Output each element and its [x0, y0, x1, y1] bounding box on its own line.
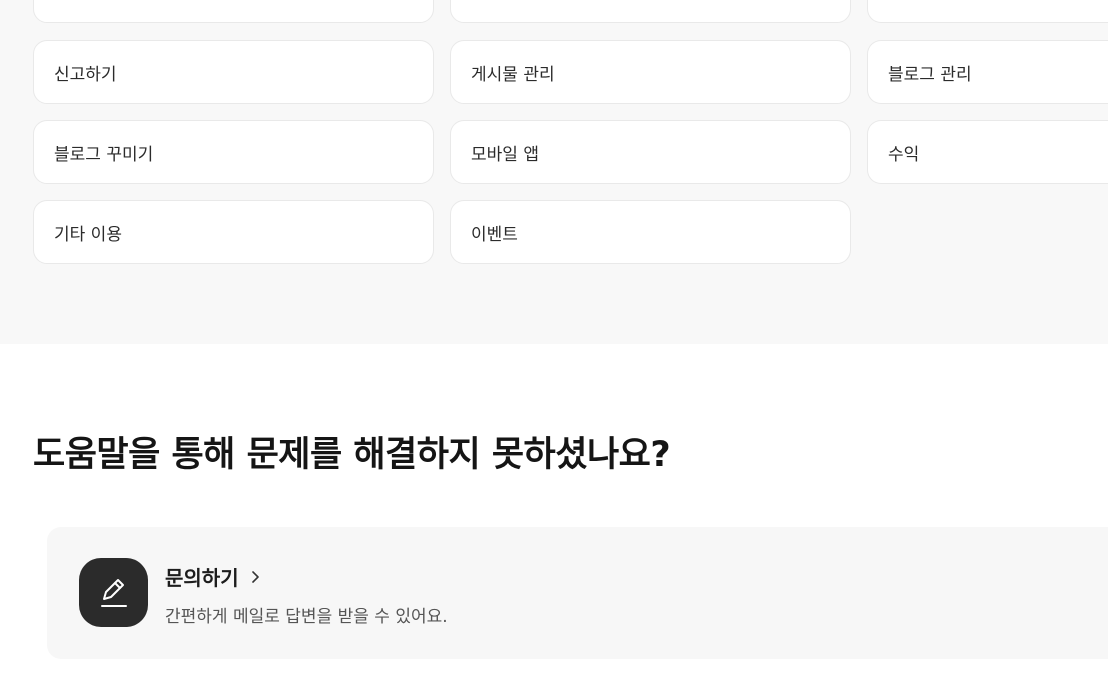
category-label: 모바일 앱: [471, 144, 539, 165]
category-label: 블로그 꾸미기: [54, 144, 154, 165]
category-card[interactable]: [867, 0, 1108, 23]
pencil-icon: [79, 558, 148, 627]
category-label: 신고하기: [54, 64, 117, 85]
help-category-section: 신고하기 게시물 관리 블로그 관리 블로그 꾸미기 모바일 앱 수익 기타 이…: [0, 0, 1108, 344]
category-card[interactable]: [33, 0, 434, 23]
inquiry-box[interactable]: 문의하기 간편하게 메일로 답변을 받을 수 있어요.: [47, 527, 1108, 659]
category-label: 수익: [888, 144, 920, 165]
category-card-mobile-app[interactable]: 모바일 앱: [450, 120, 851, 184]
category-card-revenue[interactable]: 수익: [867, 120, 1108, 184]
inquiry-description: 간편하게 메일로 답변을 받을 수 있어요.: [165, 607, 448, 627]
category-label: 블로그 관리: [888, 64, 972, 85]
unresolved-help-heading: 도움말을 통해 문제를 해결하지 못하셨나요?: [33, 435, 671, 475]
category-card-blog-management[interactable]: 블로그 관리: [867, 40, 1108, 104]
category-card-report[interactable]: 신고하기: [33, 40, 434, 104]
category-card-blog-decoration[interactable]: 블로그 꾸미기: [33, 120, 434, 184]
category-label: 이벤트: [471, 224, 518, 245]
inquiry-title: 문의하기: [165, 566, 239, 590]
category-card-other-use[interactable]: 기타 이용: [33, 200, 434, 264]
category-card[interactable]: [450, 0, 851, 23]
chevron-right-icon: [251, 570, 261, 584]
category-card-event[interactable]: 이벤트: [450, 200, 851, 264]
inquiry-link[interactable]: 문의하기: [165, 562, 261, 591]
category-card-post-management[interactable]: 게시물 관리: [450, 40, 851, 104]
category-label: 기타 이용: [54, 224, 122, 245]
category-label: 게시물 관리: [471, 64, 555, 85]
